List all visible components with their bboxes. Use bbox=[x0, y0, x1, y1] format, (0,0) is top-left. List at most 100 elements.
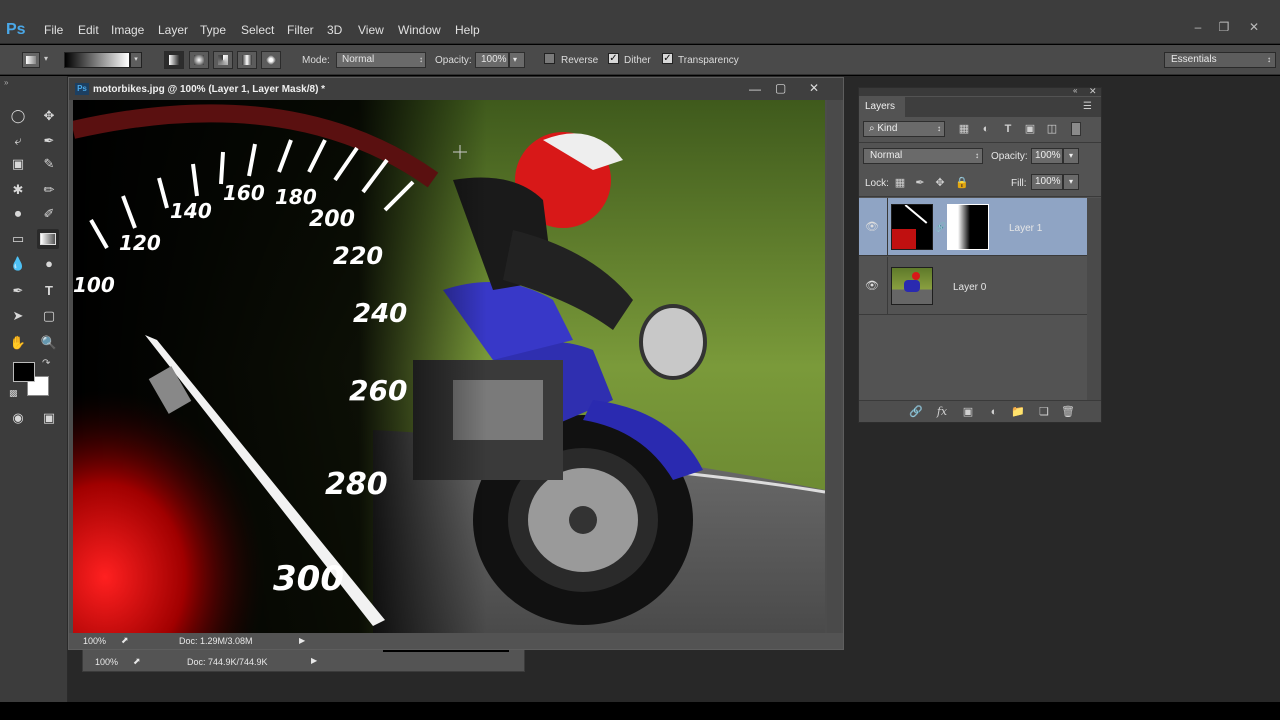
restore-icon[interactable]: ❐ bbox=[1216, 20, 1232, 34]
workspace-switcher[interactable]: Essentials ↕ bbox=[1164, 52, 1276, 68]
lock-image-icon[interactable]: ✒ bbox=[913, 176, 927, 190]
zoom-level[interactable]: 100% bbox=[95, 657, 118, 667]
menu-type[interactable]: Type bbox=[200, 23, 226, 37]
chevron-down-icon[interactable]: ▾ bbox=[1063, 174, 1079, 190]
link-chain-icon[interactable]: 🔗 bbox=[935, 222, 946, 233]
layer-0-thumbnail[interactable] bbox=[891, 267, 933, 305]
filter-kind-dropdown[interactable]: ⌕ Kind ↕ bbox=[863, 121, 945, 137]
eye-visibility-icon[interactable]: 👁 bbox=[865, 279, 879, 292]
menu-image[interactable]: Image bbox=[111, 23, 144, 37]
screen-mode-icon[interactable]: ▣ bbox=[38, 408, 60, 428]
layer-mask-thumbnail[interactable] bbox=[947, 204, 989, 250]
blur-tool-icon[interactable]: 💧 bbox=[7, 254, 29, 274]
history-brush-icon[interactable]: ✐ bbox=[38, 204, 60, 224]
default-colors-icon[interactable]: ▩ bbox=[9, 388, 21, 400]
layer-opacity-input[interactable]: 100% bbox=[1031, 148, 1063, 164]
elliptical-marquee-icon[interactable]: ◯ bbox=[7, 106, 29, 126]
reflected-gradient-button[interactable] bbox=[237, 51, 257, 69]
mode-dropdown[interactable]: Normal ↕ bbox=[336, 52, 426, 68]
linear-gradient-button[interactable] bbox=[164, 51, 184, 69]
clone-stamp-icon[interactable]: ⏺ bbox=[7, 204, 29, 224]
doc-close-icon[interactable]: ✕ bbox=[809, 81, 819, 95]
background-document-window[interactable]: 100% ⬈ Doc: 744.9K/744.9K ▶ bbox=[82, 648, 525, 672]
quick-selection-icon[interactable]: ✒ bbox=[38, 131, 60, 151]
zoom-tool-icon[interactable]: 🔍 bbox=[38, 333, 60, 353]
layer-name[interactable]: Layer 0 bbox=[953, 282, 986, 293]
rectangle-tool-icon[interactable]: ▢ bbox=[38, 306, 60, 326]
close-icon[interactable]: ✕ bbox=[1246, 20, 1262, 34]
opacity-input[interactable]: 100% bbox=[475, 52, 509, 68]
transparency-checkbox[interactable]: ✓ bbox=[662, 53, 673, 64]
layer-name[interactable]: Layer 1 bbox=[1009, 223, 1042, 234]
layer-row-layer-0[interactable]: 👁 Layer 0 bbox=[859, 257, 1087, 315]
menu-select[interactable]: Select bbox=[241, 23, 274, 37]
canvas[interactable]: 100 120 140 160 180 200 220 240 260 280 … bbox=[73, 100, 825, 633]
fill-input[interactable]: 100% bbox=[1031, 174, 1063, 190]
chevron-down-icon[interactable]: ▾ bbox=[44, 54, 48, 63]
link-layers-icon[interactable]: 🔗 bbox=[909, 405, 923, 419]
gradient-picker[interactable] bbox=[64, 52, 130, 68]
eyedropper-icon[interactable]: ✎ bbox=[38, 154, 60, 174]
menu-window[interactable]: Window bbox=[398, 23, 441, 37]
menu-edit[interactable]: Edit bbox=[78, 23, 99, 37]
crop-tool-icon[interactable]: ▣ bbox=[7, 154, 29, 174]
status-menu-arrow-icon[interactable]: ▶ bbox=[299, 636, 305, 645]
angle-gradient-button[interactable] bbox=[213, 51, 233, 69]
menu-view[interactable]: View bbox=[358, 23, 384, 37]
collapse-panel-icon[interactable]: « bbox=[1073, 86, 1077, 95]
diamond-gradient-button[interactable] bbox=[261, 51, 281, 69]
doc-minimize-icon[interactable]: — bbox=[749, 82, 761, 96]
hand-tool-icon[interactable]: ✋ bbox=[7, 333, 29, 353]
quick-mask-icon[interactable]: ◉ bbox=[7, 408, 29, 428]
dodge-tool-icon[interactable]: ● bbox=[38, 254, 60, 274]
menu-layer[interactable]: Layer bbox=[158, 23, 188, 37]
tab-layers[interactable]: Layers bbox=[859, 97, 905, 117]
eye-visibility-icon[interactable]: 👁 bbox=[865, 220, 879, 233]
close-panel-icon[interactable]: ✕ bbox=[1089, 86, 1097, 97]
brush-tool-icon[interactable]: ✏ bbox=[38, 180, 60, 200]
document-titlebar[interactable]: Ps motorbikes.jpg @ 100% (Layer 1, Layer… bbox=[69, 78, 843, 100]
radial-gradient-button[interactable] bbox=[189, 51, 209, 69]
layer-row-layer-1[interactable]: 👁 🔗 Layer 1 bbox=[859, 198, 1087, 256]
doc-restore-icon[interactable]: ▢ bbox=[775, 81, 786, 95]
minimize-icon[interactable]: ‒ bbox=[1190, 20, 1206, 34]
new-layer-icon[interactable]: ❏ bbox=[1037, 405, 1051, 419]
filter-toggle[interactable] bbox=[1071, 122, 1081, 136]
add-mask-icon[interactable]: ▣ bbox=[961, 405, 975, 419]
status-menu-arrow-icon[interactable]: ▶ bbox=[311, 656, 317, 665]
opacity-slider-button[interactable]: ▾ bbox=[509, 52, 525, 68]
menu-file[interactable]: File bbox=[44, 23, 63, 37]
collapse-icon[interactable]: » bbox=[4, 79, 18, 87]
fx-icon[interactable]: fx bbox=[935, 405, 949, 419]
share-icon[interactable]: ⬈ bbox=[121, 635, 129, 646]
zoom-level[interactable]: 100% bbox=[83, 636, 106, 646]
pen-tool-icon[interactable]: ✒ bbox=[7, 281, 29, 301]
new-group-icon[interactable]: 📁 bbox=[1011, 405, 1025, 419]
reverse-checkbox[interactable] bbox=[544, 53, 555, 64]
menu-filter[interactable]: Filter bbox=[287, 23, 314, 37]
gradient-tool-icon[interactable] bbox=[37, 229, 59, 249]
filter-shape-icon[interactable]: ▣ bbox=[1023, 122, 1037, 136]
dither-checkbox[interactable]: ✓ bbox=[608, 53, 619, 64]
eraser-tool-icon[interactable]: ▭ bbox=[7, 229, 29, 249]
vertical-scrollbar[interactable] bbox=[827, 100, 841, 633]
filter-type-icon[interactable]: T bbox=[1001, 122, 1015, 136]
filter-adjustment-icon[interactable]: ◐ bbox=[979, 122, 993, 136]
spot-healing-icon[interactable]: ✱ bbox=[7, 180, 29, 200]
lock-all-icon[interactable]: 🔒 bbox=[955, 176, 969, 190]
share-icon[interactable]: ⬈ bbox=[133, 656, 141, 667]
path-selection-icon[interactable]: ➤ bbox=[7, 306, 29, 326]
layer-1-thumbnail[interactable] bbox=[891, 204, 933, 250]
layer-list-scrollbar[interactable] bbox=[1087, 198, 1101, 406]
adjustment-layer-icon[interactable]: ◐ bbox=[987, 405, 1001, 419]
lasso-tool-icon[interactable]: ⤶ bbox=[7, 131, 29, 151]
menu-help[interactable]: Help bbox=[455, 23, 480, 37]
blend-mode-dropdown[interactable]: Normal ↕ bbox=[863, 148, 983, 164]
lock-transparent-icon[interactable]: ▦ bbox=[893, 176, 907, 190]
gradient-tool-preset-icon[interactable] bbox=[22, 52, 40, 68]
filter-smart-object-icon[interactable]: ◫ bbox=[1045, 122, 1059, 136]
lock-position-icon[interactable]: ✥ bbox=[933, 176, 947, 190]
filter-pixel-icon[interactable]: ▦ bbox=[957, 122, 971, 136]
move-tool-icon[interactable]: ✥ bbox=[38, 106, 60, 126]
menu-3d[interactable]: 3D bbox=[327, 23, 342, 37]
